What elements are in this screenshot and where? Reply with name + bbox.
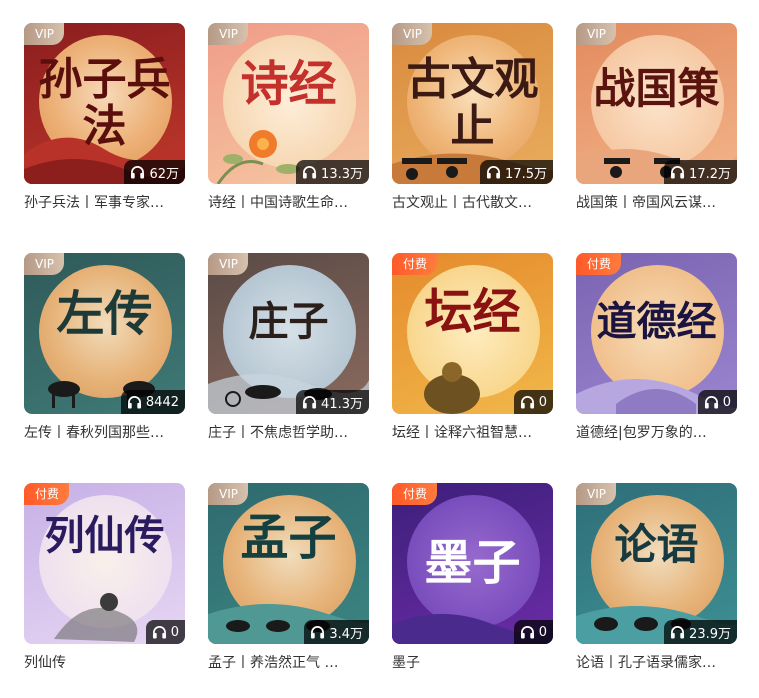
listen-count-value: 41.3万 [321,396,363,412]
album-cover[interactable]: 坛经 付费 0 [392,253,553,414]
album-cover[interactable]: 古文观止 VIP 17.5万 [392,23,553,184]
headphones-icon [520,396,534,409]
headphones-icon [152,626,166,639]
listen-count: 0 [513,620,553,644]
listen-count-value: 62万 [149,166,179,182]
listen-count-value: 13.3万 [321,166,363,182]
vip-badge: VIP [208,23,248,45]
vip-badge: VIP [24,253,64,275]
listen-count-value: 0 [170,624,179,640]
headphones-icon [487,166,501,179]
headphones-icon [520,626,534,639]
album-card-shijing[interactable]: 诗经 VIP 13.3万 诗经丨中国诗歌生命… [208,23,369,212]
paid-badge: 付费 [392,483,438,505]
album-cover[interactable]: 战国策 VIP 17.2万 [576,23,737,184]
album-card-daodejing[interactable]: 道德经 付费 0 道德经|包罗万象的… [576,253,737,442]
album-card-lunyu[interactable]: 论语 VIP 23.9万 论语丨孔子语录儒家… [576,483,737,672]
album-card-tanjing[interactable]: 坛经 付费 0 坛经丨诠释六祖智慧… [392,253,553,442]
album-title[interactable]: 坛经丨诠释六祖智慧… [392,422,553,442]
paid-badge: 付费 [392,253,438,275]
listen-count: 0 [513,390,553,414]
vip-badge: VIP [24,23,64,45]
album-card-liexianzhuan[interactable]: 列仙传 付费 0 列仙传 [24,483,185,672]
headphones-icon [303,166,317,179]
album-cover[interactable]: 论语 VIP 23.9万 [576,483,737,644]
album-title[interactable]: 墨子 [392,652,553,672]
vip-badge: VIP [392,23,432,45]
listen-count: 13.3万 [296,160,369,184]
album-title[interactable]: 诗经丨中国诗歌生命… [208,192,369,212]
headphones-icon [303,396,317,409]
album-title[interactable]: 左传丨春秋列国那些… [24,422,185,442]
album-title[interactable]: 孙子兵法丨军事专家… [24,192,185,212]
paid-badge: 付费 [576,253,622,275]
album-card-zhanguoce[interactable]: 战国策 VIP 17.2万 战国策丨帝国风云谋… [576,23,737,212]
album-cover[interactable]: 道德经 付费 0 [576,253,737,414]
listen-count: 3.4万 [304,620,369,644]
vip-badge: VIP [208,253,248,275]
album-title[interactable]: 孟子丨养浩然正气 … [208,652,369,672]
headphones-icon [127,396,141,409]
album-card-mengzi[interactable]: 孟子 VIP 3.4万 孟子丨养浩然正气 … [208,483,369,672]
album-cover[interactable]: 墨子 付费 0 [392,483,553,644]
listen-count: 41.3万 [296,390,369,414]
album-title[interactable]: 列仙传 [24,652,185,672]
album-cover[interactable]: 列仙传 付费 0 [24,483,185,644]
album-title[interactable]: 道德经|包罗万象的… [576,422,737,442]
album-cover[interactable]: 孙子兵法 VIP 62万 [24,23,185,184]
listen-count: 62万 [124,160,185,184]
vip-badge: VIP [576,23,616,45]
listen-count-value: 0 [538,624,547,640]
album-card-zuozhuan[interactable]: 左传 VIP 8442 左传丨春秋列国那些… [24,253,185,442]
listen-count: 8442 [120,390,185,414]
listen-count: 0 [697,390,737,414]
listen-count: 0 [145,620,185,644]
headphones-icon [671,626,685,639]
album-cover[interactable]: 庄子 VIP 41.3万 [208,253,369,414]
album-cover[interactable]: 左传 VIP 8442 [24,253,185,414]
paid-badge: 付费 [24,483,70,505]
album-title[interactable]: 论语丨孔子语录儒家… [576,652,737,672]
album-card-mozi[interactable]: 墨子 付费 0 墨子 [392,483,553,672]
album-title[interactable]: 庄子丨不焦虑哲学助… [208,422,369,442]
album-title[interactable]: 古文观止丨古代散文… [392,192,553,212]
headphones-icon [704,396,718,409]
listen-count-value: 23.9万 [689,626,731,642]
vip-badge: VIP [208,483,248,505]
listen-count: 17.2万 [664,160,737,184]
listen-count-value: 17.2万 [689,166,731,182]
album-title[interactable]: 战国策丨帝国风云谋… [576,192,737,212]
listen-count: 23.9万 [664,620,737,644]
listen-count-value: 3.4万 [329,626,363,642]
headphones-icon [311,626,325,639]
album-cover[interactable]: 诗经 VIP 13.3万 [208,23,369,184]
headphones-icon [671,166,685,179]
listen-count-value: 0 [722,394,731,410]
vip-badge: VIP [576,483,616,505]
album-card-guwenguanzhi[interactable]: 古文观止 VIP 17.5万 古文观止丨古代散文… [392,23,553,212]
listen-count: 17.5万 [480,160,553,184]
headphones-icon [131,166,145,179]
album-grid: 孙子兵法 VIP 62万 孙子兵法丨军事专家… 诗经 VIP 13.3万 诗经丨… [24,23,737,683]
listen-count-value: 0 [538,394,547,410]
listen-count-value: 8442 [145,394,179,410]
album-card-sunzi[interactable]: 孙子兵法 VIP 62万 孙子兵法丨军事专家… [24,23,185,212]
album-card-zhuangzi[interactable]: 庄子 VIP 41.3万 庄子丨不焦虑哲学助… [208,253,369,442]
listen-count-value: 17.5万 [505,166,547,182]
album-cover[interactable]: 孟子 VIP 3.4万 [208,483,369,644]
